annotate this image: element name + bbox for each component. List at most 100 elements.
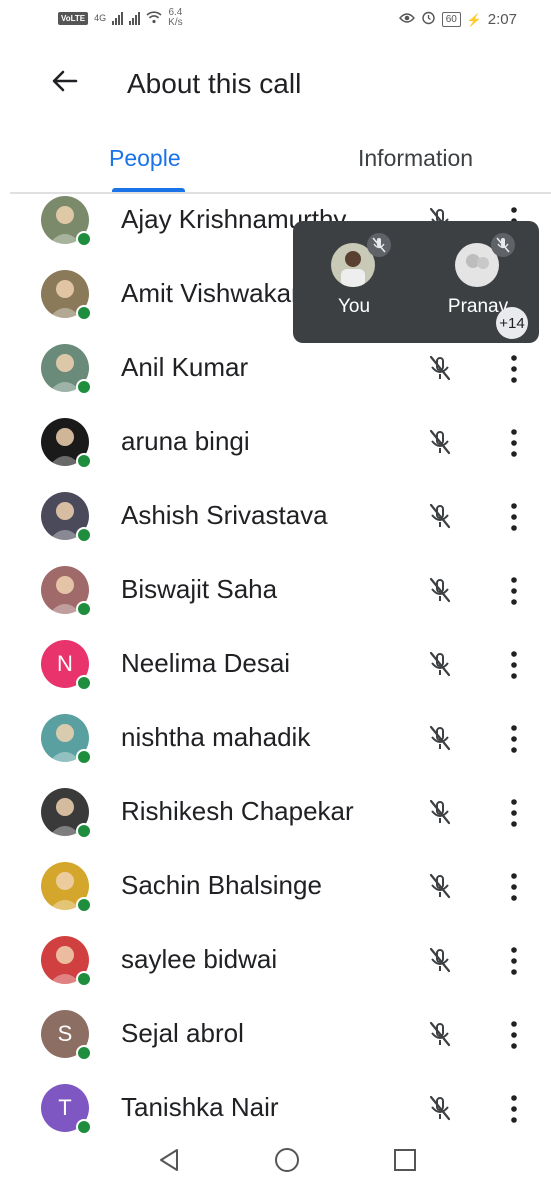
nav-home-button[interactable] [273, 1146, 301, 1174]
avatar [41, 862, 92, 913]
mic-off-icon [424, 426, 456, 458]
eye-icon [398, 11, 415, 28]
avatar: T [41, 1084, 92, 1135]
circle-home-icon [275, 1148, 299, 1172]
nav-back-button[interactable] [155, 1146, 183, 1174]
extra-participants-badge: +14 [496, 307, 528, 339]
mic-off-icon [424, 648, 456, 680]
participant-name: Ashish Srivastava [121, 500, 328, 530]
mic-off-icon [424, 352, 456, 384]
avatar: S [41, 1010, 92, 1061]
online-status-dot [76, 1119, 92, 1135]
participant-row[interactable]: aruna bingi [0, 406, 551, 480]
more-options-button[interactable] [505, 352, 523, 386]
battery-icon: 60 [441, 12, 461, 27]
avatar [41, 936, 92, 987]
more-options-button[interactable] [505, 1018, 523, 1052]
mic-off-icon [424, 500, 456, 532]
square-recents-icon [394, 1149, 416, 1171]
more-options-button[interactable] [505, 500, 523, 534]
online-status-dot [76, 823, 92, 839]
mic-off-icon [367, 233, 391, 257]
charging-icon: ⚡ [466, 12, 482, 27]
online-status-dot [76, 601, 92, 617]
participant-row[interactable]: nishtha mahadik [0, 702, 551, 776]
more-options-button[interactable] [505, 648, 523, 682]
status-left: VoLTE 4G 6.4 K/s [58, 8, 183, 28]
avatar [41, 492, 92, 543]
mic-off-icon [424, 722, 456, 754]
mic-off-icon [424, 870, 456, 902]
participant-row[interactable]: Sachin Bhalsinge [0, 850, 551, 924]
nav-recents-button[interactable] [391, 1146, 419, 1174]
online-status-dot [76, 1045, 92, 1061]
more-options-button[interactable] [505, 722, 523, 756]
triangle-back-icon [160, 1149, 178, 1171]
page-title: About this call [127, 68, 302, 99]
avatar [41, 270, 92, 321]
participant-name: Sejal abrol [121, 1018, 244, 1048]
tab-divider [10, 192, 551, 194]
avatar: N [41, 640, 92, 691]
status-right: 60 ⚡ 2:07 [398, 10, 517, 29]
participant-row[interactable]: T Tanishka Nair [0, 1072, 551, 1136]
back-button[interactable] [48, 64, 82, 98]
participant-row[interactable]: saylee bidwai [0, 924, 551, 998]
tab-bar: People Information [0, 135, 551, 195]
participant-name: Neelima Desai [121, 648, 291, 678]
system-nav-bar [0, 1136, 551, 1180]
tile-you[interactable]: You [309, 233, 399, 341]
participant-name: Tanishka Nair [121, 1092, 279, 1122]
more-options-button[interactable] [505, 574, 523, 608]
network-type: 4G [94, 13, 107, 23]
mic-off-icon [424, 944, 456, 976]
online-status-dot [76, 897, 92, 913]
online-status-dot [76, 971, 92, 987]
participant-name: aruna bingi [121, 426, 250, 456]
more-options-button[interactable] [505, 944, 523, 978]
mic-off-icon [424, 1018, 456, 1050]
avatar [41, 788, 92, 839]
tab-information[interactable]: Information [358, 145, 473, 172]
online-status-dot [76, 453, 92, 469]
mic-off-icon [424, 574, 456, 606]
signal-icon [112, 11, 124, 25]
arrow-left-icon [52, 70, 78, 92]
participant-name: Sachin Bhalsinge [121, 870, 322, 900]
tile-label: You [337, 296, 371, 317]
participant-name: Anil Kumar [121, 352, 249, 382]
participant-name: Biswajit Saha [121, 574, 278, 604]
alarm-icon [421, 10, 436, 29]
online-status-dot [76, 379, 92, 395]
more-options-button[interactable] [505, 1092, 523, 1126]
avatar [41, 566, 92, 617]
more-options-button[interactable] [505, 870, 523, 904]
status-bar: VoLTE 4G 6.4 K/s 60 ⚡ 2:07 [0, 0, 551, 38]
signal-2-icon [129, 11, 141, 25]
online-status-dot [76, 749, 92, 765]
avatar [41, 344, 92, 395]
online-status-dot [76, 527, 92, 543]
participant-row[interactable]: Biswajit Saha [0, 554, 551, 628]
participant-row[interactable]: Rishikesh Chapekar [0, 776, 551, 850]
online-status-dot [76, 231, 92, 247]
wifi-icon [146, 10, 162, 27]
online-status-dot [76, 305, 92, 321]
volte-badge: VoLTE [58, 11, 89, 25]
tab-people[interactable]: People [109, 145, 181, 172]
participant-row[interactable]: Anil Kumar [0, 332, 551, 406]
speed-unit: K/s [168, 17, 183, 28]
self-view-overlay[interactable]: You Pranav +14 [293, 221, 539, 343]
more-options-button[interactable] [505, 426, 523, 460]
participant-row[interactable]: Ashish Srivastava [0, 480, 551, 554]
participant-row[interactable]: S Sejal abrol [0, 998, 551, 1072]
avatar [41, 418, 92, 469]
clock-time: 2:07 [487, 11, 517, 28]
participant-row[interactable]: N Neelima Desai [0, 628, 551, 702]
mic-off-icon [424, 796, 456, 828]
more-options-button[interactable] [505, 796, 523, 830]
participant-name: saylee bidwai [121, 944, 278, 974]
network-speed: 6.4 K/s [168, 8, 182, 28]
app-header: About this call [0, 50, 551, 120]
mic-off-icon [424, 1092, 456, 1124]
